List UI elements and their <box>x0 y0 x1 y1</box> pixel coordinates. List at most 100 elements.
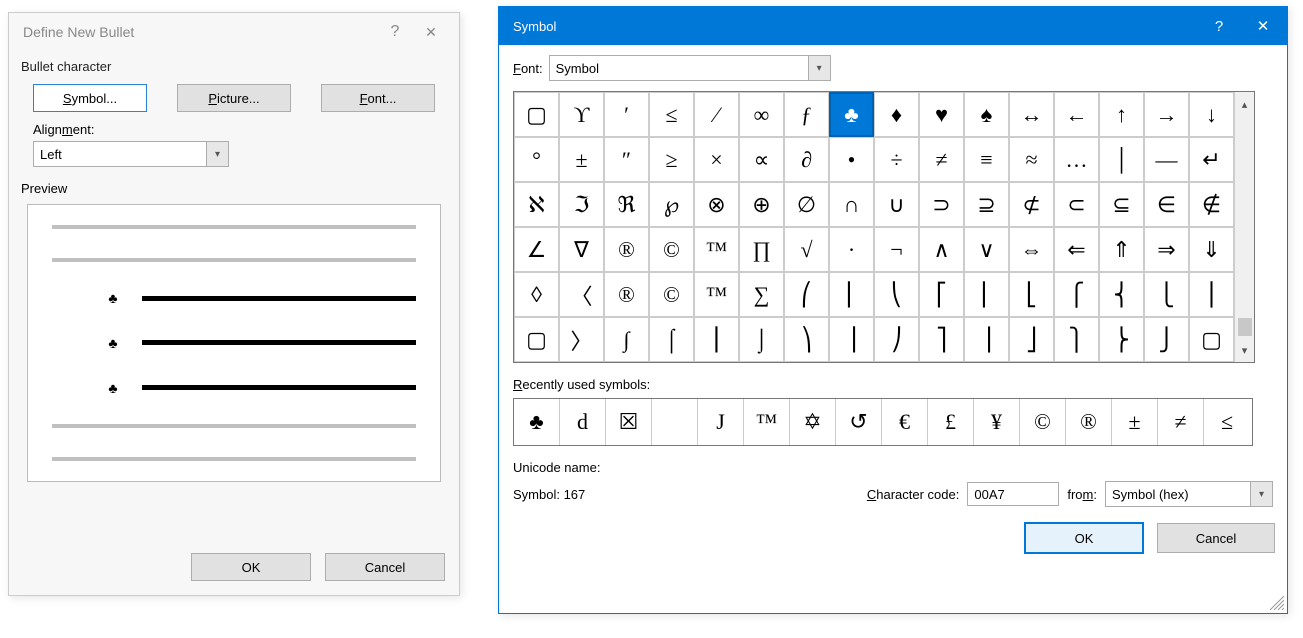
symbol-cell[interactable]: ∠ <box>514 227 559 272</box>
symbol-cell[interactable]: ° <box>514 137 559 182</box>
recent-symbol-cell[interactable]: £ <box>928 399 974 445</box>
symbol-cell[interactable]: ∧ <box>919 227 964 272</box>
symbol-cell[interactable]: ⊕ <box>739 182 784 227</box>
symbol-cell[interactable]: ∉ <box>1189 182 1234 227</box>
symbol-cell[interactable]: ⎬ <box>1099 317 1144 362</box>
symbol-cell[interactable]: ▢ <box>514 92 559 137</box>
symbol-cell[interactable]: ∇ <box>559 227 604 272</box>
symbol-cell[interactable]: ⇓ <box>1189 227 1234 272</box>
symbol-cell[interactable]: ⎦ <box>1009 317 1054 362</box>
symbol-cell[interactable]: ∑ <box>739 272 784 317</box>
scroll-up-icon[interactable]: ▴ <box>1242 96 1248 112</box>
symbol-cell[interactable]: ⎧ <box>1054 272 1099 317</box>
symbol-cell[interactable]: ′ <box>604 92 649 137</box>
symbol-cell[interactable]: ϒ <box>559 92 604 137</box>
symbol-cell[interactable]: ↵ <box>1189 137 1234 182</box>
symbol-cell[interactable]: ⎨ <box>1099 272 1144 317</box>
scroll-down-icon[interactable]: ▾ <box>1242 342 1248 358</box>
scroll-thumb[interactable] <box>1238 318 1252 336</box>
char-code-input[interactable] <box>967 482 1059 506</box>
symbol-cell[interactable]: ≥ <box>649 137 694 182</box>
symbol-cell[interactable]: ℜ <box>604 182 649 227</box>
from-combo[interactable]: Symbol (hex) ▾ <box>1105 481 1273 507</box>
symbol-cell[interactable]: ⊗ <box>694 182 739 227</box>
alignment-combo[interactable]: Left ▾ <box>33 141 229 167</box>
recent-symbol-cell[interactable]: © <box>1020 399 1066 445</box>
symbol-cell[interactable]: ⊇ <box>964 182 1009 227</box>
symbol-cell[interactable]: ¬ <box>874 227 919 272</box>
recent-symbol-cell[interactable]: J <box>698 399 744 445</box>
symbol-cell[interactable]: ℘ <box>649 182 694 227</box>
symbol-cell[interactable]: ⎛ <box>784 272 829 317</box>
symbol-cell[interactable]: ∫ <box>604 317 649 362</box>
recent-symbol-cell[interactable]: ¥ <box>974 399 1020 445</box>
symbol-cell[interactable]: ⌠ <box>649 317 694 362</box>
symbol-cell[interactable]: ↓ <box>1189 92 1234 137</box>
symbol-cell[interactable]: ⊃ <box>919 182 964 227</box>
recent-symbol-cell[interactable]: ≤ <box>1204 399 1250 445</box>
symbol-cell[interactable]: ⎤ <box>919 317 964 362</box>
symbol-cell[interactable]: ⁄ <box>694 92 739 137</box>
symbol-cell[interactable]: ← <box>1054 92 1099 137</box>
symbol-cell[interactable]: ∝ <box>739 137 784 182</box>
recent-symbol-cell[interactable]: ↺ <box>836 399 882 445</box>
symbol-cell[interactable]: ™ <box>694 227 739 272</box>
symbol-cell[interactable]: ∪ <box>874 182 919 227</box>
symbol-cell[interactable]: ⎭ <box>1144 317 1189 362</box>
symbol-cell[interactable]: ⇑ <box>1099 227 1144 272</box>
symbol-cell[interactable]: ® <box>604 227 649 272</box>
symbol-cell[interactable]: √ <box>784 227 829 272</box>
picture-button[interactable]: Picture... <box>177 84 291 112</box>
symbol-cell[interactable]: ⊂ <box>1054 182 1099 227</box>
recent-symbol-cell[interactable]: ™ <box>744 399 790 445</box>
symbol-cell[interactable]: ⇒ <box>1144 227 1189 272</box>
symbol-cell[interactable]: ⎞ <box>784 317 829 362</box>
symbol-cell[interactable]: ♣ <box>829 92 874 137</box>
symbol-cell[interactable]: ⌡ <box>739 317 784 362</box>
symbol-cell[interactable]: ∏ <box>739 227 784 272</box>
recent-symbol-cell[interactable]: d <box>560 399 606 445</box>
symbol-cell[interactable]: ◊ <box>514 272 559 317</box>
symbol-cell[interactable]: ⎡ <box>919 272 964 317</box>
recent-symbol-cell[interactable]: ☒ <box>606 399 652 445</box>
symbol-cell[interactable]: ⎮ <box>694 317 739 362</box>
symbol-cell[interactable]: ∅ <box>784 182 829 227</box>
symbol-cell[interactable]: ▢ <box>514 317 559 362</box>
symbol-cell[interactable]: ″ <box>604 137 649 182</box>
close-button[interactable]: ✕ <box>413 19 449 45</box>
symbol-cell[interactable]: ℵ <box>514 182 559 227</box>
symbol-cell[interactable]: © <box>649 272 694 317</box>
symbol-cell[interactable]: 〉 <box>559 317 604 362</box>
recent-symbol-cell[interactable]: ® <box>1066 399 1112 445</box>
recent-symbol-cell[interactable]: ♣ <box>514 399 560 445</box>
symbol-cell[interactable]: ⊆ <box>1099 182 1144 227</box>
recent-symbol-cell[interactable]: € <box>882 399 928 445</box>
symbol-cell[interactable]: ⇔ <box>1009 227 1054 272</box>
symbol-cell[interactable]: ⎟ <box>829 317 874 362</box>
symbol-cell[interactable]: × <box>694 137 739 182</box>
symbol-cell[interactable]: ® <box>604 272 649 317</box>
symbol-cell[interactable]: 〈 <box>559 272 604 317</box>
font-button[interactable]: Font... <box>321 84 435 112</box>
symbol-cell[interactable]: ⇐ <box>1054 227 1099 272</box>
symbol-cell[interactable]: ÷ <box>874 137 919 182</box>
symbol-cell[interactable]: ≡ <box>964 137 1009 182</box>
recent-symbol-cell[interactable] <box>652 399 698 445</box>
symbol-cell[interactable]: ↑ <box>1099 92 1144 137</box>
symbol-cell[interactable]: ∨ <box>964 227 1009 272</box>
close-button[interactable]: ✕ <box>1241 9 1285 43</box>
symbol-cell[interactable]: ▢ <box>1189 317 1234 362</box>
symbol-cell[interactable]: ƒ <box>784 92 829 137</box>
symbol-cell[interactable]: — <box>1144 137 1189 182</box>
symbol-cell[interactable]: → <box>1144 92 1189 137</box>
symbol-cell[interactable]: ↔ <box>1009 92 1054 137</box>
symbol-cell[interactable]: ♠ <box>964 92 1009 137</box>
symbol-cell[interactable]: │ <box>1099 137 1144 182</box>
cancel-button[interactable]: Cancel <box>325 553 445 581</box>
font-combo[interactable]: Symbol ▾ <box>549 55 831 81</box>
symbol-cell[interactable]: ♦ <box>874 92 919 137</box>
symbol-cell[interactable]: ℑ <box>559 182 604 227</box>
symbol-cell[interactable]: ⎩ <box>1144 272 1189 317</box>
symbol-cell[interactable]: · <box>829 227 874 272</box>
symbol-cell[interactable]: ≤ <box>649 92 694 137</box>
